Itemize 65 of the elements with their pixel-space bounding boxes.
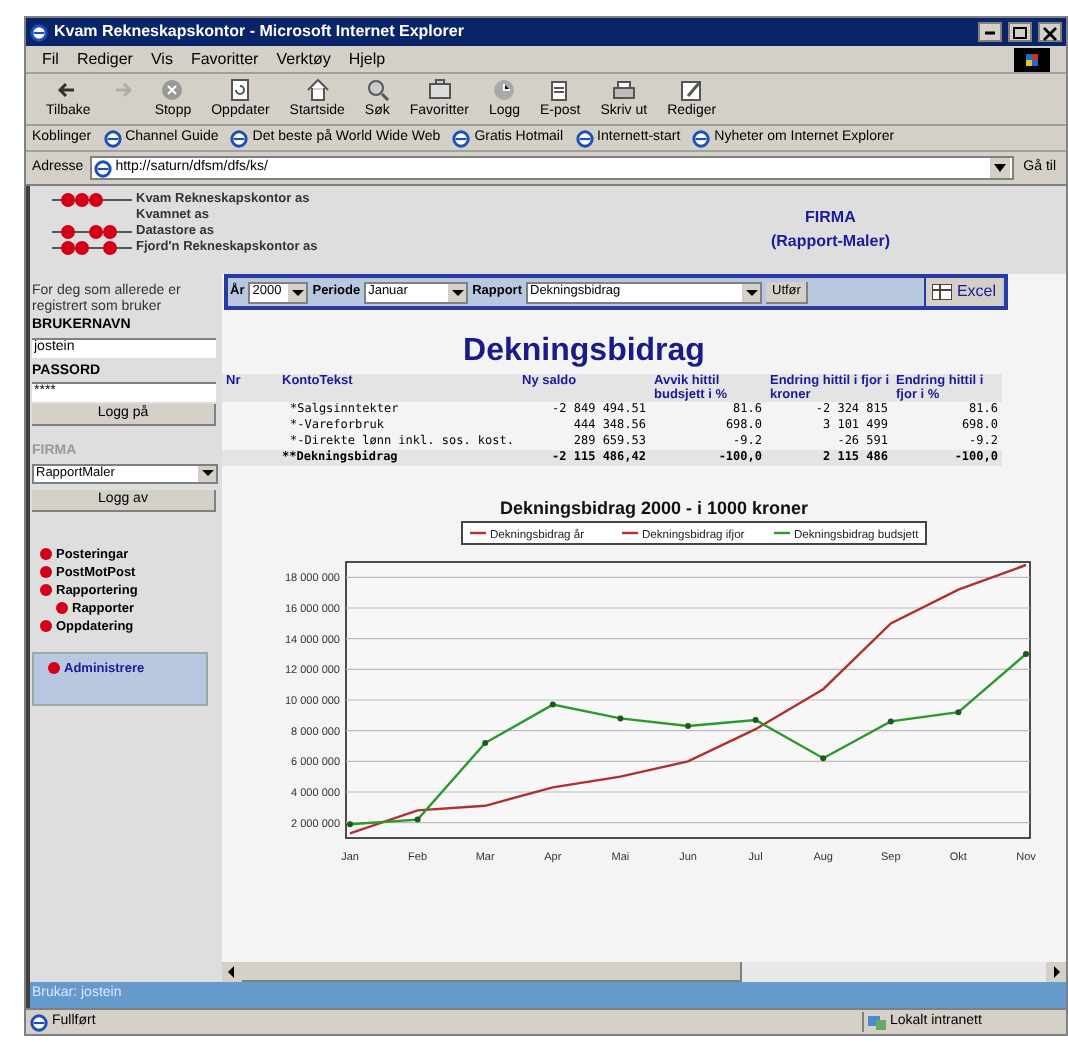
data-point <box>347 821 353 828</box>
scroll-right-button[interactable] <box>1046 962 1066 982</box>
close-icon <box>1040 23 1060 41</box>
refresh-icon <box>228 78 253 102</box>
browser-icon <box>93 159 112 177</box>
dropdown-icon[interactable] <box>291 287 304 297</box>
data-point <box>617 715 624 722</box>
bullet-icon <box>56 601 68 613</box>
dropdown-icon[interactable] <box>451 287 464 297</box>
menu-item[interactable]: Favoritter <box>190 47 259 71</box>
data-point <box>414 816 421 823</box>
folder-icon <box>427 78 452 102</box>
browser-icon <box>30 23 48 41</box>
home-icon <box>305 78 330 102</box>
data-point <box>955 709 962 716</box>
close-button[interactable] <box>1038 22 1062 42</box>
page-icon <box>30 1013 48 1031</box>
dropdown-icon[interactable] <box>745 287 757 297</box>
dropdown-icon[interactable] <box>201 468 213 478</box>
bullet-icon <box>40 619 52 631</box>
data-point <box>752 716 759 723</box>
print-icon <box>611 78 636 102</box>
menu-item[interactable]: Hjelp <box>348 47 386 71</box>
menu-item[interactable]: Verktøy <box>276 47 331 71</box>
chart-title: Dekningsbidrag 2000 - i 1000 kroner <box>499 498 809 518</box>
bullet-icon <box>48 661 60 673</box>
data-point <box>482 739 489 746</box>
network-icon <box>868 1014 886 1030</box>
browser-icon <box>230 129 249 147</box>
menu-item[interactable]: Fil <box>42 47 59 71</box>
arrow-right-icon <box>110 78 135 102</box>
clock-icon <box>492 78 517 102</box>
browser-icon <box>575 129 594 147</box>
excel-button[interactable]: Excel <box>924 278 1002 306</box>
data-point <box>549 701 556 708</box>
minimize-button[interactable] <box>978 22 1002 42</box>
document-icon <box>548 78 573 102</box>
scroll-left-button[interactable] <box>222 962 242 982</box>
maximize-icon <box>1010 23 1030 41</box>
data-point <box>1023 651 1029 657</box>
maximize-button[interactable] <box>1008 22 1032 42</box>
windows-logo-icon <box>1014 47 1050 71</box>
browser-icon <box>692 129 711 147</box>
data-point <box>685 723 691 730</box>
search-icon <box>365 78 390 102</box>
dropdown-icon[interactable] <box>991 160 1008 176</box>
report-title: Dekningsbidrag <box>461 334 707 370</box>
browser-icon <box>103 129 122 147</box>
pencil-icon <box>679 78 704 102</box>
data-point <box>887 718 894 725</box>
browser-icon <box>452 129 471 147</box>
header-subtitle: (Rapport-Maler) <box>770 230 890 254</box>
minimize-icon <box>984 29 996 35</box>
data-point <box>820 755 827 762</box>
bullet-icon <box>40 547 52 559</box>
bullet-icon <box>40 565 52 577</box>
menu-item[interactable]: Rediger <box>76 47 133 71</box>
window-title: Kvam Rekneskapskontor - Microsoft Internet Explorer <box>54 20 466 44</box>
spreadsheet-icon <box>932 284 953 300</box>
menu-item[interactable]: Vis <box>150 47 173 71</box>
bullet-icon <box>40 583 52 595</box>
header-title: FIRMA <box>805 206 856 230</box>
stop-icon <box>160 78 185 102</box>
scrollbar-thumb[interactable] <box>242 962 742 982</box>
beads-icon <box>52 192 132 208</box>
